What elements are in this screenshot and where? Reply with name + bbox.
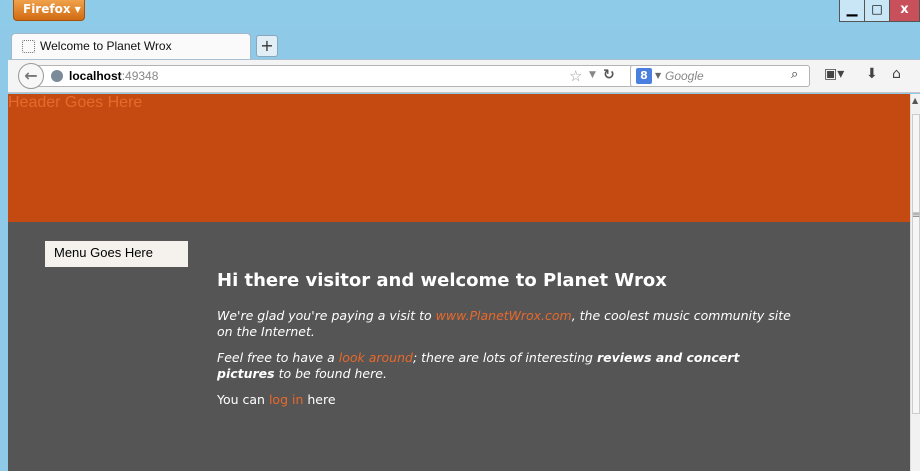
engine-dropdown-icon[interactable]: ▼ [655,71,661,80]
maximize-button[interactable]: □ [864,0,890,22]
scrollbar-grip-icon: ≡ [912,210,920,221]
maximize-icon: □ [871,2,883,16]
page-viewport: Header Goes Here Menu Goes Here Hi there… [8,94,910,471]
page-heading: Hi there visitor and welcome to Planet W… [217,270,667,291]
page-header: Header Goes Here [8,94,910,222]
tab-active[interactable]: Welcome to Planet Wrox [11,33,251,59]
page-favicon-icon [22,40,35,53]
header-text: Header Goes Here [8,94,143,111]
new-tab-button[interactable]: + [256,35,278,57]
caret-down-icon: ▼ [74,5,81,14]
intro-paragraph: We're glad you're paying a visit to www.… [217,308,797,340]
look-around-paragraph: Feel free to have a look around; there a… [217,350,797,382]
google-icon[interactable]: 8 [636,68,652,84]
reload-icon[interactable]: ↻ [603,67,615,83]
p2-text-after: to be found here. [274,366,387,381]
bookmark-star-icon[interactable]: ☆ [569,67,582,85]
tab-title: Welcome to Planet Wrox [40,39,172,53]
globe-icon [51,70,63,82]
planetwrox-link[interactable]: www.PlanetWrox.com [436,308,572,323]
p3-text-before: You can [217,392,269,407]
p1-text-before: We're glad you're paying a visit to [217,308,436,323]
history-dropdown-icon[interactable]: ▼ [589,70,596,80]
minimize-icon: ▁ [846,1,858,17]
window-titlebar: Firefox ▼ ▁ □ x [0,0,920,30]
firefox-menu-button[interactable]: Firefox ▼ [13,0,85,21]
url-bar[interactable]: localhost:49348 ☆ ▼ ↻ [38,65,636,87]
menu-text: Menu Goes Here [54,245,153,260]
vertical-scrollbar[interactable]: ▲ ≡ [910,94,920,471]
p2-text-before: Feel free to have a [217,350,339,365]
close-button[interactable]: x [889,0,920,22]
page-menu: Menu Goes Here [45,241,188,267]
p3-text-after: here [303,392,336,407]
main-content: Hi there visitor and welcome to Planet W… [217,270,797,418]
minimize-button[interactable]: ▁ [839,0,865,22]
look-around-link[interactable]: look around [339,350,413,365]
bookmarks-menu-icon[interactable]: ▣▾ [824,66,844,82]
url-host: localhost [69,69,122,83]
back-button[interactable]: ← [18,63,44,89]
downloads-icon[interactable]: ⬇ [866,66,878,82]
url-port: :49348 [121,69,159,83]
log-in-link[interactable]: log in [269,392,303,407]
scrollbar-thumb[interactable] [912,114,920,414]
navigation-toolbar: localhost:49348 ☆ ▼ ↻ ← 8 ▼ Google ⌕ ▣▾ … [8,59,920,93]
url-text: localhost:49348 [69,69,158,83]
p2-text-middle: ; there are lots of interesting [412,350,597,365]
search-placeholder: Google [665,69,704,83]
scroll-up-icon[interactable]: ▲ [912,96,918,105]
back-arrow-icon: ← [24,66,38,85]
search-icon[interactable]: ⌕ [791,67,798,82]
search-bar[interactable]: 8 ▼ Google ⌕ [630,65,810,87]
window-frame-left [0,94,8,471]
login-paragraph: You can log in here [217,392,797,408]
firefox-menu-label: Firefox [23,2,71,16]
close-icon: x [900,2,909,17]
home-icon[interactable]: ⌂ [892,66,901,82]
